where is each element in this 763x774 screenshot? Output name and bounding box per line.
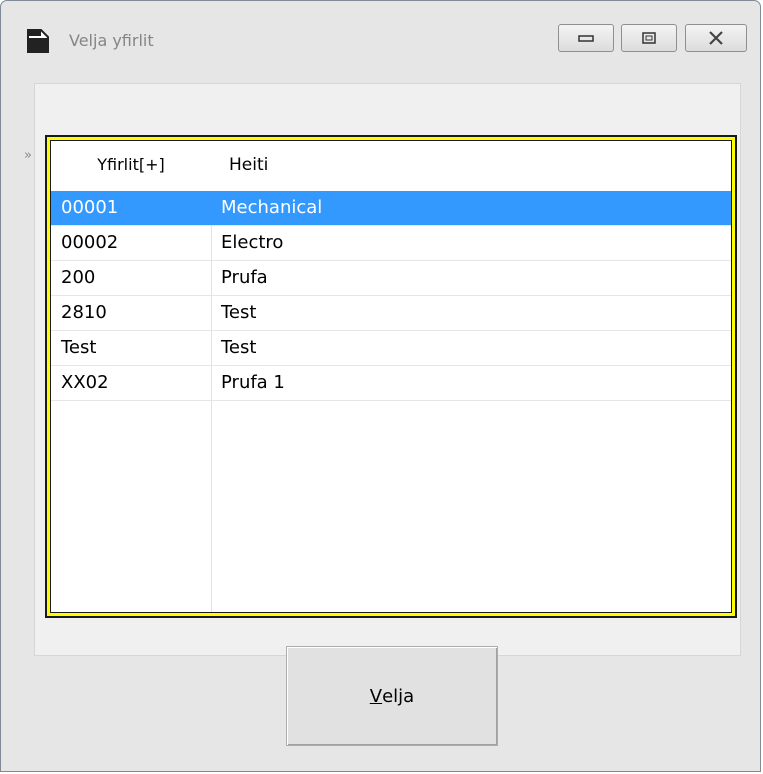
minimize-button[interactable]	[558, 24, 614, 52]
table-row[interactable]: 2810 Test	[51, 296, 731, 331]
code-cell: Test	[61, 337, 97, 358]
expand-chevron-icon[interactable]: »	[24, 148, 32, 163]
overview-grid[interactable]: Yfirlit[+] Heiti 00001 Mechanical 00002 …	[50, 140, 732, 613]
column-header-yfirlit[interactable]: Yfirlit[+]	[61, 141, 201, 191]
name-cell: Mechanical	[221, 197, 323, 218]
table-row[interactable]: 200 Prufa	[51, 261, 731, 296]
code-cell: 00002	[61, 232, 119, 253]
name-cell: Prufa 1	[221, 372, 285, 393]
table-row[interactable]: 00001 Mechanical	[51, 191, 731, 226]
table-row[interactable]: Test Test	[51, 331, 731, 366]
maximize-icon	[642, 32, 656, 44]
button-mnemonic: V	[369, 685, 383, 707]
window-title: Velja yfirlit	[69, 31, 154, 50]
code-cell: XX02	[61, 372, 109, 393]
button-label: elja	[382, 685, 415, 707]
close-icon	[709, 31, 723, 45]
title-bar[interactable]: Velja yfirlit	[1, 1, 760, 83]
name-cell: Test	[221, 302, 257, 323]
select-button[interactable]: Velja	[286, 646, 498, 746]
dialog-window: Velja yfirlit » Yfirlit[+] Heiti 00001 M…	[0, 0, 761, 772]
name-cell: Electro	[221, 232, 284, 253]
code-cell: 00001	[61, 197, 119, 218]
minimize-icon	[578, 35, 594, 42]
document-icon	[27, 29, 49, 53]
maximize-button[interactable]	[621, 24, 677, 52]
table-row[interactable]: 00002 Electro	[51, 226, 731, 261]
name-cell: Test	[221, 337, 257, 358]
code-cell: 2810	[61, 302, 107, 323]
name-cell: Prufa	[221, 267, 268, 288]
close-button[interactable]	[685, 24, 747, 52]
grid-header: Yfirlit[+] Heiti	[51, 141, 731, 192]
code-cell: 200	[61, 267, 96, 288]
table-row[interactable]: XX02 Prufa 1	[51, 366, 731, 401]
column-header-heiti[interactable]: Heiti	[229, 141, 268, 191]
